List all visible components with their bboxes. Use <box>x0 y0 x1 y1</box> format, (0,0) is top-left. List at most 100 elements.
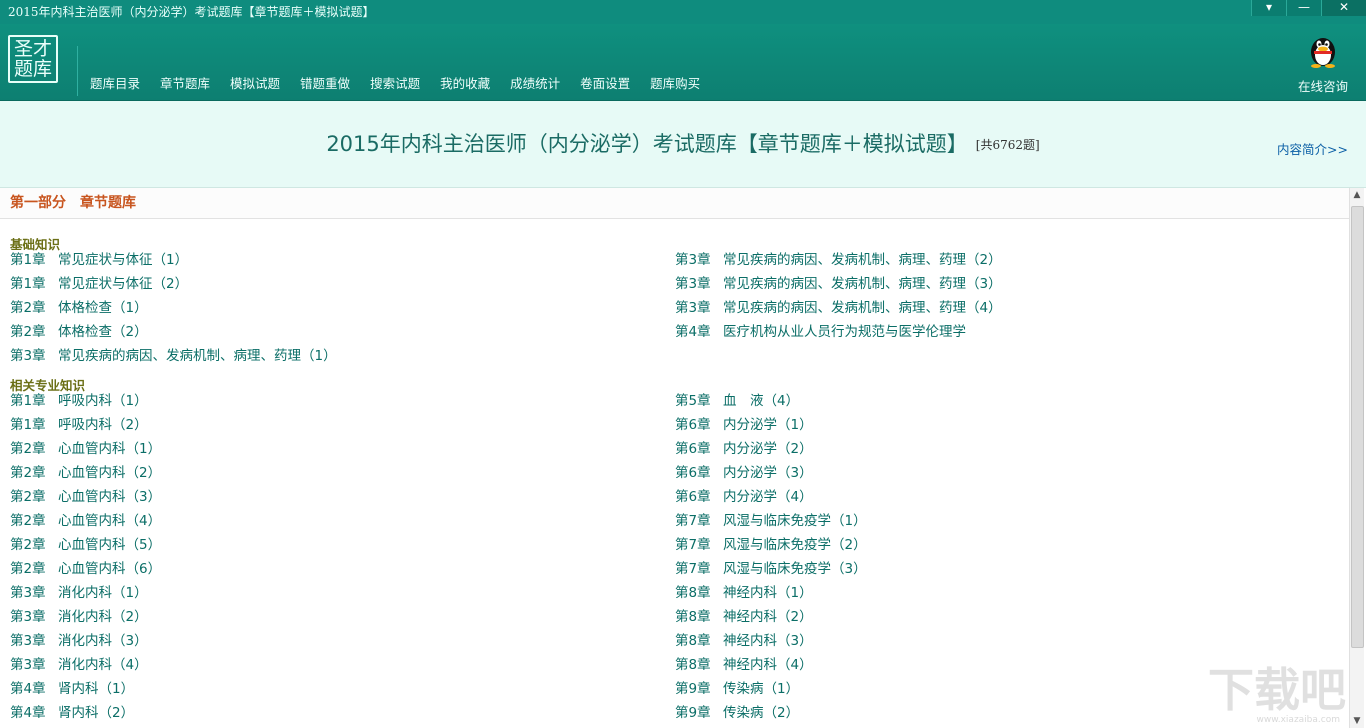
chapter-link[interactable]: 第4章 肾内科（2） <box>10 704 134 722</box>
chapter-link[interactable]: 第7章 风湿与临床免疫学（3） <box>675 560 867 578</box>
chapter-link[interactable]: 第7章 风湿与临床免疫学（2） <box>675 536 867 554</box>
chapter-link[interactable]: 第2章 心血管内科（4） <box>10 512 161 530</box>
scroll-down-arrow-icon[interactable]: ▼ <box>1350 714 1364 728</box>
chapter-link[interactable]: 第3章 常见疾病的病因、发病机制、病理、药理（1） <box>10 347 337 365</box>
chapter-link[interactable]: 第9章 传染病（1） <box>675 680 799 698</box>
chapter-number: 第3章 <box>10 585 46 601</box>
menu-item-score-stats[interactable]: 成绩统计 <box>500 76 570 92</box>
content-intro-link[interactable]: 内容简介>> <box>1277 139 1348 158</box>
chapter-link[interactable]: 第3章 消化内科（4） <box>10 656 148 674</box>
chapter-number: 第2章 <box>10 489 46 505</box>
chapter-number: 第1章 <box>10 393 46 409</box>
menu-item-mock-test[interactable]: 模拟试题 <box>220 76 290 92</box>
chapter-link[interactable]: 第2章 心血管内科（5） <box>10 536 161 554</box>
chapter-link[interactable]: 第6章 内分泌学（4） <box>675 488 813 506</box>
chapter-number: 第2章 <box>10 324 46 340</box>
chapter-link[interactable]: 第3章 常见疾病的病因、发病机制、病理、药理（3） <box>675 275 1002 293</box>
chapter-link[interactable]: 第4章 医疗机构从业人员行为规范与医学伦理学 <box>675 323 966 341</box>
chapter-title: 神经内科（2） <box>723 609 813 625</box>
chapter-link[interactable]: 第3章 消化内科（2） <box>10 608 148 626</box>
chapter-link[interactable]: 第2章 体格检查（1） <box>10 299 148 317</box>
chapter-number: 第8章 <box>675 585 711 601</box>
chapter-title: 心血管内科（5） <box>58 537 162 553</box>
chapter-title: 消化内科（3） <box>58 633 148 649</box>
menu-item-catalog[interactable]: 题库目录 <box>80 76 150 92</box>
chapter-link[interactable]: 第1章 常见症状与体征（2） <box>10 275 188 293</box>
close-button[interactable]: ✕ <box>1321 0 1366 16</box>
chapter-link[interactable]: 第2章 体格检查（2） <box>10 323 148 341</box>
watermark-url: www.xiazaiba.com <box>1256 715 1340 725</box>
chapter-link[interactable]: 第5章血 液（4） <box>675 392 799 410</box>
question-count: [共6762题] <box>975 138 1040 152</box>
chapter-link[interactable]: 第2章 心血管内科（2） <box>10 464 161 482</box>
window-titlebar: 2015年内科主治医师（内分泌学）考试题库【章节题库＋模拟试题】 ▾ — ✕ <box>0 0 1366 24</box>
chapter-link[interactable]: 第1章 常见症状与体征（1） <box>10 251 188 269</box>
menu-item-favorites[interactable]: 我的收藏 <box>430 76 500 92</box>
page-title: 2015年内科主治医师（内分泌学）考试题库【章节题库＋模拟试题】 [共6762题] <box>0 131 1366 158</box>
chapter-title: 常见疾病的病因、发病机制、病理、药理（4） <box>723 300 1002 316</box>
chapter-link[interactable]: 第8章 神经内科（2） <box>675 608 813 626</box>
chapter-title: 心血管内科（2） <box>58 465 162 481</box>
chapter-title: 神经内科（4） <box>723 657 813 673</box>
chapter-link[interactable]: 第1章 呼吸内科（2） <box>10 416 148 434</box>
vertical-scrollbar[interactable]: ▲ ▼ <box>1349 188 1364 728</box>
menu-item-purchase[interactable]: 题库购买 <box>640 76 710 92</box>
chapter-title: 传染病（2） <box>723 705 800 721</box>
chapter-link[interactable]: 第6章 内分泌学（2） <box>675 440 813 458</box>
chapter-number: 第8章 <box>675 609 711 625</box>
chapter-link[interactable]: 第2章 心血管内科（1） <box>10 440 161 458</box>
chapter-link[interactable]: 第7章 风湿与临床免疫学（1） <box>675 512 867 530</box>
chapter-number: 第6章 <box>675 465 711 481</box>
chapter-title: 消化内科（4） <box>58 657 148 673</box>
menu-item-paper-settings[interactable]: 卷面设置 <box>570 76 640 92</box>
chapter-number: 第4章 <box>675 324 711 340</box>
banner-title-text: 2015年内科主治医师（内分泌学）考试题库【章节题库＋模拟试题】 <box>326 132 968 156</box>
chapter-link[interactable]: 第8章 神经内科（3） <box>675 632 813 650</box>
chapter-number: 第3章 <box>675 252 711 268</box>
chapter-number: 第3章 <box>10 633 46 649</box>
chapter-link[interactable]: 第3章 常见疾病的病因、发病机制、病理、药理（4） <box>675 299 1002 317</box>
chapter-title: 常见症状与体征（2） <box>58 276 189 292</box>
chapter-link[interactable]: 第4章 肾内科（1） <box>10 680 134 698</box>
main-navbar: 圣才 题库 题库目录 章节题库 模拟试题 错题重做 搜索试题 我的收藏 成绩统计… <box>0 24 1366 101</box>
chapter-title: 内分泌学（2） <box>723 441 813 457</box>
chapter-title: 内分泌学（1） <box>723 417 813 433</box>
chapter-link[interactable]: 第3章 消化内科（3） <box>10 632 148 650</box>
chapter-link[interactable]: 第2章 心血管内科（6） <box>10 560 161 578</box>
chapter-title: 心血管内科（6） <box>58 561 162 577</box>
scroll-thumb[interactable] <box>1351 206 1364 648</box>
chapter-link[interactable]: 第1章 呼吸内科（1） <box>10 392 148 410</box>
chapter-link[interactable]: 第6章 内分泌学（1） <box>675 416 813 434</box>
chapter-title: 肾内科（1） <box>58 681 135 697</box>
chapter-title: 肾内科（2） <box>58 705 135 721</box>
dropdown-menu-button[interactable]: ▾ <box>1251 0 1286 16</box>
chapter-title: 医疗机构从业人员行为规范与医学伦理学 <box>723 324 966 340</box>
chapter-number: 第5章 <box>675 393 711 409</box>
scroll-up-arrow-icon[interactable]: ▲ <box>1350 188 1364 202</box>
chapter-link[interactable]: 第8章 神经内科（1） <box>675 584 813 602</box>
chapter-title: 风湿与临床免疫学（1） <box>723 513 867 529</box>
chapter-link[interactable]: 第3章 消化内科（1） <box>10 584 148 602</box>
online-consult-button[interactable]: 在线咨询 <box>1298 32 1348 95</box>
chapter-title: 体格检查（2） <box>58 324 148 340</box>
minimize-button[interactable]: — <box>1286 0 1321 16</box>
logo-line-2: 题库 <box>13 58 52 80</box>
chapter-number: 第3章 <box>10 609 46 625</box>
chapter-title: 心血管内科（3） <box>58 489 162 505</box>
menu-item-search[interactable]: 搜索试题 <box>360 76 430 92</box>
chapter-link[interactable]: 第2章 心血管内科（3） <box>10 488 161 506</box>
part-heading: 第一部分 章节题库 <box>0 188 1350 219</box>
chapter-link[interactable]: 第8章 神经内科（4） <box>675 656 813 674</box>
chapter-link[interactable]: 第3章 常见疾病的病因、发病机制、病理、药理（2） <box>675 251 1002 269</box>
chapter-title: 常见疾病的病因、发病机制、病理、药理（3） <box>723 276 1002 292</box>
chapter-number: 第4章 <box>10 681 46 697</box>
chapter-number: 第9章 <box>675 681 711 697</box>
menu-item-redo-wrong[interactable]: 错题重做 <box>290 76 360 92</box>
chapter-number: 第6章 <box>675 441 711 457</box>
chapter-number: 第7章 <box>675 561 711 577</box>
chapter-number: 第3章 <box>10 348 46 364</box>
menu-item-chapter-bank[interactable]: 章节题库 <box>150 76 220 92</box>
chapter-title: 消化内科（1） <box>58 585 148 601</box>
chapter-link[interactable]: 第6章 内分泌学（3） <box>675 464 813 482</box>
chapter-link[interactable]: 第9章 传染病（2） <box>675 704 799 722</box>
